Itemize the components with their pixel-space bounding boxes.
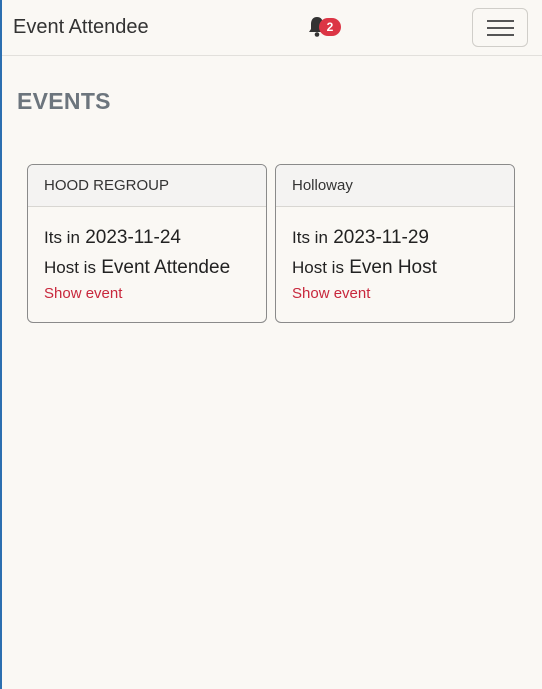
date-prefix: Its in xyxy=(44,228,80,247)
event-card: HOOD REGROUP Its in 2023-11-24 Host is E… xyxy=(27,164,267,323)
event-date-line: Its in 2023-11-24 xyxy=(44,223,250,253)
show-event-link[interactable]: Show event xyxy=(44,285,122,302)
event-host-line: Host is Event Attendee xyxy=(44,253,250,283)
host-prefix: Host is xyxy=(44,258,96,277)
event-date: 2023-11-24 xyxy=(85,227,181,248)
notification-count-badge: 2 xyxy=(319,18,341,36)
page-title: EVENTS xyxy=(17,88,111,114)
date-prefix: Its in xyxy=(292,228,328,247)
event-host-line: Host is Even Host xyxy=(292,253,498,283)
brand-link[interactable]: Event Attendee xyxy=(13,16,149,39)
host-prefix: Host is xyxy=(292,258,344,277)
event-host: Event Attendee xyxy=(101,257,231,278)
navbar: Event Attendee 2 xyxy=(2,0,542,56)
event-host: Even Host xyxy=(349,257,437,278)
show-event-link[interactable]: Show event xyxy=(292,285,370,302)
event-name: Holloway xyxy=(276,165,514,207)
notifications-button[interactable]: 2 xyxy=(307,16,347,40)
event-date: 2023-11-29 xyxy=(333,227,429,248)
event-date-line: Its in 2023-11-29 xyxy=(292,223,498,253)
menu-toggle-button[interactable] xyxy=(472,8,528,47)
hamburger-icon xyxy=(487,20,514,22)
event-name: HOOD REGROUP xyxy=(28,165,266,207)
event-card: Holloway Its in 2023-11-29 Host is Even … xyxy=(275,164,515,323)
